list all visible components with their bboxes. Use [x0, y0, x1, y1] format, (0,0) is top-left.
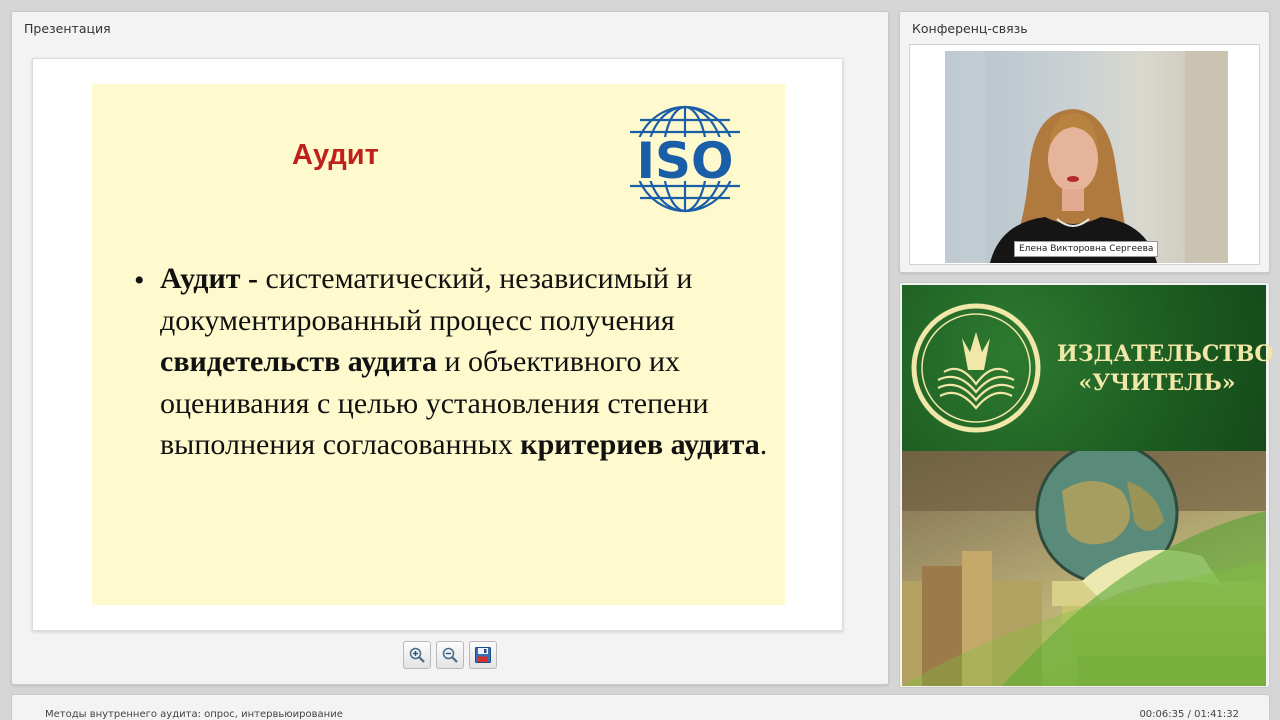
save-button[interactable] — [469, 641, 497, 669]
iso-logo: ISO — [620, 105, 750, 213]
slide-text-span: . — [759, 428, 768, 461]
bottom-bar: Методы внутреннего аудита: опрос, интерв… — [11, 694, 1270, 720]
zoom-in-button[interactable] — [403, 641, 431, 669]
zoom-out-icon — [442, 647, 458, 663]
slide-text-bold: свидетельств аудита — [160, 345, 437, 378]
books-globe-image — [902, 451, 1266, 686]
publisher-ad-panel[interactable]: ИЗДАТЕЛЬСТВО «УЧИТЕЛЬ» — [899, 282, 1274, 688]
publisher-title: ИЗДАТЕЛЬСТВО «УЧИТЕЛЬ» — [1057, 340, 1274, 398]
publisher-title-line2: «УЧИТЕЛЬ» — [1078, 370, 1236, 396]
books-globe-illustration — [902, 451, 1266, 686]
iso-logo-text: ISO — [636, 132, 733, 190]
conference-panel: Конференц-связь Елена Викторовна Сергеев… — [899, 11, 1270, 273]
floppy-disk-icon — [475, 647, 491, 663]
speaker-video[interactable]: Елена Викторовна Сергеева — [945, 51, 1228, 263]
video-frame: Елена Викторовна Сергеева — [909, 44, 1260, 265]
publisher-banner: ИЗДАТЕЛЬСТВО «УЧИТЕЛЬ» — [902, 285, 1274, 451]
speaker-name-label: Елена Викторовна Сергеева — [1014, 241, 1159, 257]
slide: Аудит ISO • Аудит - систематический, нез… — [32, 58, 843, 631]
presentation-panel-title: Презентация — [24, 21, 111, 36]
zoom-out-button[interactable] — [436, 641, 464, 669]
conference-panel-title: Конференц-связь — [912, 21, 1028, 36]
slide-text-bold: Аудит - — [160, 262, 258, 295]
publisher-logo-icon — [911, 303, 1041, 433]
slide-heading: Аудит — [292, 139, 379, 171]
lecture-title: Методы внутреннего аудита: опрос, интерв… — [45, 709, 343, 720]
presentation-panel: Презентация Аудит ISO • Аудит - системат… — [11, 11, 889, 685]
slide-content: Аудит ISO • Аудит - систематический, нез… — [92, 84, 785, 605]
publisher-title-line1: ИЗДАТЕЛЬСТВО — [1057, 341, 1274, 367]
slide-text-bold: критериев аудита — [520, 428, 760, 461]
playback-time: 00:06:35 / 01:41:32 — [1139, 709, 1239, 720]
slide-bullet: • — [134, 264, 145, 297]
zoom-in-icon — [409, 647, 425, 663]
speaker-silhouette — [945, 51, 1228, 263]
slide-definition-text: Аудит - систематический, независимый и д… — [160, 258, 770, 466]
